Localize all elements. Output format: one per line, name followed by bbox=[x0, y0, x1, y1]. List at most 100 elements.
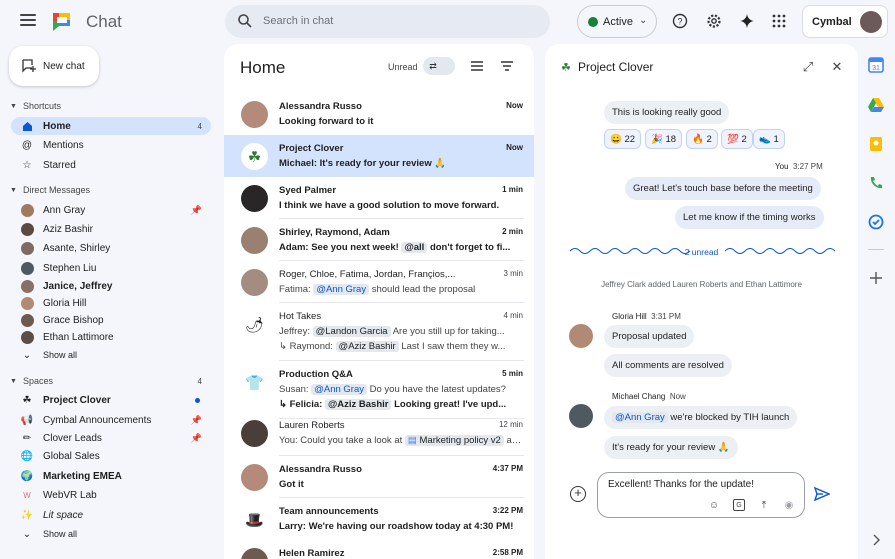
sidebar-item-label: Janice, Jeffrey bbox=[43, 280, 113, 292]
calendar-icon[interactable]: 31 bbox=[868, 57, 884, 73]
chevron-right-icon[interactable] bbox=[868, 532, 884, 548]
mention-chip[interactable]: @Landon Garcia bbox=[312, 326, 391, 337]
mention-chip[interactable]: @Ann Gray bbox=[313, 284, 370, 295]
sidebar-item-dm[interactable]: Ethan Lattimore bbox=[11, 328, 211, 346]
mention-chip[interactable]: @all bbox=[401, 242, 428, 253]
conversation-row[interactable]: ☘ Project Clover Now Michael: It's ready… bbox=[224, 135, 534, 177]
sidebar-item-label: Ann Gray bbox=[43, 204, 86, 216]
open-in-new-window-icon[interactable]: ⤢ bbox=[800, 59, 816, 75]
sidebar-item-dm[interactable]: Aziz Bashir bbox=[11, 220, 211, 238]
doc-icon: ▤ bbox=[407, 435, 417, 446]
conversation-row[interactable]: 🌶 Hot Takes 4 min Jeffrey: @Landon Garci… bbox=[224, 303, 534, 360]
conversation-snippet: Looking forward to it bbox=[279, 116, 374, 127]
clover-icon: ☘ bbox=[241, 143, 268, 170]
avatar bbox=[241, 464, 268, 491]
message-input-text: Excellent! Thanks for the update! bbox=[608, 479, 755, 490]
settings-icon[interactable] bbox=[704, 11, 724, 31]
keep-icon[interactable] bbox=[868, 136, 884, 152]
doc-chip[interactable]: ▤ Marketing policy v2 bbox=[404, 435, 504, 446]
mention-chip[interactable]: @Aziz Bashir bbox=[335, 341, 399, 352]
group-avatar bbox=[241, 269, 268, 296]
sidebar-item-space[interactable]: 🌐 Global Sales bbox=[11, 447, 211, 465]
pin-icon[interactable]: 📌 bbox=[191, 433, 202, 444]
sidebar-item-dm[interactable]: Ann Gray 📌 bbox=[11, 201, 211, 219]
filter-icon[interactable] bbox=[500, 60, 514, 72]
message-input[interactable]: Excellent! Thanks for the update! ☺ G ⤒ … bbox=[597, 472, 805, 518]
tshirt-icon: 👕 bbox=[241, 369, 268, 396]
mention-chip[interactable]: @Aziz Bashir bbox=[324, 399, 392, 410]
sidebar-item-label: Project Clover bbox=[43, 394, 111, 406]
sidebar-item-space[interactable]: ✏ Clover Leads 📌 bbox=[11, 429, 211, 447]
spaces-label: Spaces bbox=[22, 376, 53, 386]
reaction-chip[interactable]: 👟 1 bbox=[753, 129, 785, 149]
drive-icon[interactable] bbox=[868, 97, 884, 113]
add-attachment-icon[interactable]: + bbox=[570, 486, 586, 502]
mention-chip[interactable]: @Ann Gray bbox=[612, 412, 668, 423]
sidebar-item-space[interactable]: 🌍 Marketing EMEA bbox=[11, 467, 211, 485]
avatar bbox=[21, 241, 34, 255]
sidebar-item-dm[interactable]: Gloria Hill bbox=[11, 294, 211, 312]
conversation-row[interactable]: Shirley, Raymond, Adam 2 min Adam: See y… bbox=[224, 219, 534, 261]
conversation-row[interactable]: Helen Ramirez 2:58 PM bbox=[224, 540, 534, 559]
sidebar-item-space[interactable]: W WebVR Lab bbox=[11, 486, 211, 504]
menu-icon[interactable] bbox=[20, 14, 36, 28]
sidebar-item-label: Grace Bishop bbox=[43, 314, 104, 326]
tasks-icon[interactable] bbox=[868, 214, 884, 230]
mention-chip[interactable]: @Ann Gray bbox=[311, 384, 367, 395]
app-title: Chat bbox=[86, 12, 122, 31]
gemini-icon[interactable] bbox=[737, 11, 757, 31]
status-dropdown[interactable]: Active ⌄ bbox=[577, 5, 657, 38]
pin-icon[interactable]: 📌 bbox=[191, 415, 202, 426]
conversation-row[interactable]: Roger, Chloe, Fatima, Jordan, Françios,.… bbox=[224, 261, 534, 303]
gif-icon[interactable]: G bbox=[733, 499, 745, 511]
direct-messages-header[interactable]: ▼ Direct Messages bbox=[10, 185, 90, 195]
reaction-chip[interactable]: 🔥 2 bbox=[686, 129, 718, 149]
conversation-row[interactable]: Lauren Roberts 12 min You: Could you tak… bbox=[224, 412, 534, 454]
new-chat-icon bbox=[22, 59, 36, 73]
sidebar-item-space[interactable]: ☘ Project Clover bbox=[11, 391, 211, 409]
close-icon[interactable]: ✕ bbox=[829, 59, 845, 75]
upload-icon[interactable]: ⤒ bbox=[758, 499, 770, 511]
list-view-icon[interactable] bbox=[470, 60, 484, 72]
emoji-icon[interactable]: ☺ bbox=[708, 499, 720, 511]
sidebar-item-starred[interactable]: ☆ Starred bbox=[11, 156, 211, 174]
conversation-row[interactable]: Alessandra Russo 4:37 PM Got it bbox=[224, 456, 534, 498]
sidebar-item-label: Home bbox=[43, 120, 71, 132]
sidebar-item-home[interactable]: Home 4 bbox=[11, 117, 211, 135]
help-icon[interactable]: ? bbox=[670, 11, 690, 31]
unread-toggle[interactable]: ⇄ bbox=[423, 57, 455, 75]
sidebar-item-label: Asante, Shirley bbox=[43, 242, 111, 254]
reaction-chip[interactable]: 💯 2 bbox=[721, 129, 753, 149]
conversation-row[interactable]: Alessandra Russo Now Looking forward to … bbox=[224, 93, 534, 135]
avatar bbox=[21, 222, 34, 236]
sidebar-item-mentions[interactable]: @ Mentions bbox=[11, 136, 211, 154]
reaction-chip[interactable]: 😀 22 bbox=[604, 129, 642, 149]
sidebar-item-dm[interactable]: Asante, Shirley bbox=[11, 239, 211, 257]
sidebar-item-dm[interactable]: Stephen Liu bbox=[11, 259, 211, 277]
pin-icon[interactable]: 📌 bbox=[191, 205, 202, 216]
spaces-header[interactable]: ▼ Spaces bbox=[10, 376, 53, 386]
brand-name: Cymbal bbox=[812, 16, 852, 28]
search-bar[interactable]: Search in chat bbox=[225, 5, 550, 38]
reaction-chip[interactable]: 🎉 18 bbox=[645, 129, 683, 149]
conversation-name: Roger, Chloe, Fatima, Jordan, Françios,.… bbox=[279, 269, 456, 280]
sidebar-item-space[interactable]: ✨ Lit space bbox=[11, 506, 211, 524]
new-chat-button[interactable]: New chat bbox=[9, 46, 99, 86]
conversation-row[interactable]: Syed Palmer 1 min I think we have a good… bbox=[224, 177, 534, 219]
sidebar-item-dm[interactable]: Grace Bishop bbox=[11, 311, 211, 329]
phone-icon[interactable] bbox=[868, 175, 884, 191]
show-all-spaces[interactable]: ⌄ Show all bbox=[11, 525, 211, 543]
apps-grid-icon[interactable] bbox=[769, 11, 789, 31]
show-all-dms[interactable]: ⌄ Show all bbox=[11, 346, 211, 364]
svg-text:?: ? bbox=[677, 17, 682, 27]
sidebar-item-space[interactable]: 📢 Cymbal Announcements 📌 bbox=[11, 411, 211, 429]
send-icon[interactable] bbox=[814, 486, 830, 502]
shortcuts-header[interactable]: ▼ Shortcuts bbox=[10, 101, 61, 111]
add-icon[interactable] bbox=[868, 270, 884, 286]
record-icon[interactable]: ◉ bbox=[783, 499, 795, 511]
conversation-time: 1 min bbox=[502, 185, 523, 194]
account-chip[interactable]: Cymbal bbox=[802, 5, 888, 38]
conversation-row[interactable]: 👕 Production Q&A 5 min Susan: @Ann Gray … bbox=[224, 361, 534, 418]
conversation-row[interactable]: 🎩 Team announcements 3:22 PM Larry: We'r… bbox=[224, 498, 534, 540]
sidebar-item-dm[interactable]: Janice, Jeffrey bbox=[11, 277, 211, 295]
